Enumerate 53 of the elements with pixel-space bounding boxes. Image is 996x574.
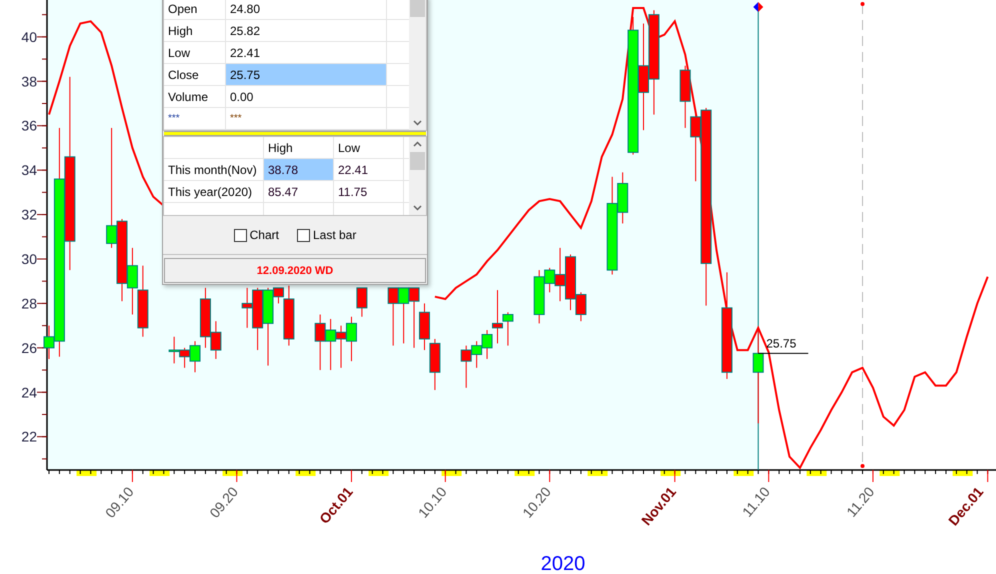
table-cell[interactable]: 24.80 [226,0,387,19]
table-cell[interactable]: 85.47 [264,181,334,202]
checkbox[interactable]: Chart [234,228,279,242]
candlestick [418,302,430,351]
column-header: High [264,137,334,158]
y-tick-label: 30 [21,251,37,267]
scrollbar-thumb[interactable] [410,152,425,170]
x-axis-title: 2020 [540,553,586,574]
y-tick-label: 28 [21,295,37,312]
candlestick [680,65,691,128]
y-tick-label: 38 [21,73,37,90]
scrollbar-thumb[interactable] [410,0,425,17]
table-cell[interactable]: 11.75 [334,181,404,202]
table-cell: *** [164,108,226,129]
y-tick-label: 24 [21,384,37,400]
y-tick-label: 32 [21,206,37,223]
y-tick-label: 22 [21,428,37,445]
table-cell[interactable]: 22.41 [226,42,387,63]
candlestick [388,287,399,346]
price-level-line [758,352,809,354]
candlestick [398,287,410,344]
table-cell[interactable]: 38.78 [264,159,334,180]
candlestick [336,325,347,368]
scrollbar[interactable] [409,0,426,130]
y-tick-label: 34 [21,162,37,178]
guide-line-drawing[interactable] [860,2,865,468]
y-tick-label: 36 [21,118,37,134]
date-label: 12.09.2020 WD [256,264,334,276]
table-cell: Open [164,0,226,19]
scroll-down-icon[interactable] [413,120,422,126]
table-cell: Low [164,42,226,63]
table-cell[interactable]: 25.82 [226,20,387,41]
candlestick [408,287,420,348]
table-cell: High [164,20,226,41]
y-tick-label: 40 [21,28,37,45]
scroll-up-icon[interactable] [413,141,422,147]
candlestick [429,338,440,391]
scrollbar[interactable] [409,137,426,215]
candlestick [325,318,336,371]
candlestick [126,247,138,316]
y-tick-label: 26 [21,340,37,356]
table-cell: This year(2020) [164,181,264,202]
table-cell[interactable]: 22.41 [334,159,404,180]
table-cell[interactable]: 25.75 [226,64,387,85]
table-cell[interactable]: 0.00 [226,86,387,107]
column-header: Low [334,137,404,158]
candlestick [168,336,180,364]
table-cell[interactable]: *** [226,108,387,129]
price-label: 25.75 [766,336,796,350]
checkbox[interactable]: Last bar [296,228,356,242]
table-cell: Volume [164,86,226,107]
scroll-down-icon[interactable] [413,205,422,211]
candlestick [314,314,326,371]
